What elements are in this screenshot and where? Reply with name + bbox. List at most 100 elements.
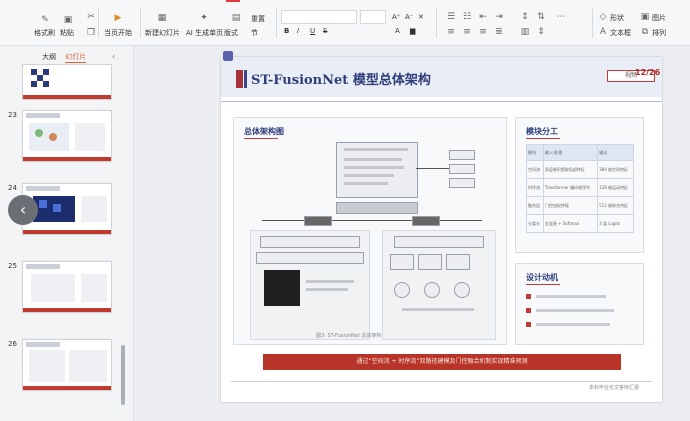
line-spacing-icon[interactable]: ↕ — [520, 12, 530, 22]
indent-increase-icon[interactable]: ⇥ — [494, 12, 504, 22]
format-painter-button[interactable]: 格式刷 — [34, 28, 55, 38]
table-cell: 全连接 + Softmax — [542, 214, 599, 233]
table-cell: 融合层 — [526, 196, 544, 215]
tab-outline[interactable]: 大纲 — [42, 53, 56, 61]
slide-thumbnail[interactable] — [22, 110, 112, 162]
table-cell: 空间流 — [526, 160, 544, 179]
list-bullets-icon[interactable]: ☰ — [446, 12, 456, 22]
connector-node — [304, 216, 332, 226]
text-direction-icon[interactable]: ⇅ — [536, 12, 546, 22]
time-node — [424, 282, 440, 298]
indent-decrease-icon[interactable]: ⇤ — [478, 12, 488, 22]
textbox-icon[interactable]: A — [598, 27, 608, 37]
footer-line — [231, 381, 652, 382]
align-text-icon[interactable]: ⇕ — [536, 27, 546, 37]
time-node — [454, 282, 470, 298]
slide-thumbnail[interactable] — [22, 339, 112, 391]
strikethrough-icon[interactable]: S — [323, 27, 327, 35]
underline-icon[interactable]: U — [310, 27, 315, 35]
highlight-icon[interactable]: ▆ — [410, 27, 415, 35]
reset-button[interactable]: 重置 — [251, 14, 265, 24]
paste-icon[interactable]: ▣ — [63, 15, 73, 25]
header-divider — [221, 101, 662, 102]
time-block — [418, 254, 442, 270]
motivation-panel: 设计动机 — [515, 263, 644, 345]
layout-icon[interactable]: ▤ — [231, 13, 241, 23]
font-color-icon[interactable]: A — [395, 27, 400, 35]
title-accent-bar — [244, 70, 247, 88]
table-header-cell: 输出 — [597, 144, 634, 161]
font-shrink-icon[interactable]: A⁻ — [405, 13, 413, 21]
table-cell: 128 维运动特征 — [597, 178, 634, 197]
format-painter-icon[interactable]: ✎ — [40, 15, 50, 25]
module-panel: 模块分工 模块 输入/处理 输出 空间流 多层卷积提取局部特征 384 维空间特… — [515, 117, 644, 253]
more-para-icon[interactable]: ⋯ — [556, 12, 566, 22]
table-cell: 时序流 — [526, 178, 544, 197]
panel-title: 设计动机 — [526, 273, 558, 282]
collapse-pane-icon[interactable]: ‹ — [112, 52, 115, 61]
pane-scrollbar[interactable] — [121, 345, 125, 405]
tab-slides[interactable]: 幻灯片 — [65, 53, 87, 63]
back-nav-button[interactable]: ‹ — [8, 195, 38, 225]
bold-icon[interactable]: B — [284, 27, 289, 35]
layout-button[interactable]: 版式 — [224, 28, 238, 38]
play-icon[interactable]: ▶ — [113, 13, 123, 23]
section-button[interactable]: 节 — [251, 28, 258, 38]
font-grow-icon[interactable]: A⁺ — [392, 13, 400, 21]
table-cell: 512 维联合特征 — [597, 196, 634, 215]
feature-strip — [256, 252, 364, 264]
copy-icon[interactable]: ❐ — [86, 28, 96, 38]
app-logo-icon — [223, 51, 233, 61]
picture-icon[interactable]: ▣ — [640, 12, 650, 22]
table-cell: 门控加权拼接 — [542, 196, 599, 215]
cut-icon[interactable]: ✂ — [86, 12, 96, 22]
output-node — [449, 150, 475, 160]
new-slide-icon[interactable]: ▦ — [157, 13, 167, 23]
slide-number: 25 — [8, 262, 17, 270]
stream-header — [394, 236, 484, 248]
picture-button[interactable]: 图片 — [652, 13, 666, 23]
architecture-panel: 总体架构图 图3: ST-FusionNet 总体架构 — [233, 117, 507, 345]
table-cell: 分类头 — [526, 214, 544, 233]
stream-header — [260, 236, 360, 248]
slide-title[interactable]: ST-FusionNet 模型总体架构 — [251, 69, 431, 88]
figure-caption: 图3: ST-FusionNet 总体架构 — [316, 333, 382, 339]
shape-icon[interactable]: ◇ — [598, 12, 608, 22]
align-center-icon[interactable]: ≡ — [462, 27, 472, 37]
paste-button[interactable]: 粘贴 — [60, 28, 74, 38]
ribbon-accent — [226, 0, 240, 2]
slide-thumbnail[interactable] — [22, 64, 112, 100]
list-numbers-icon[interactable]: ☷ — [462, 12, 472, 22]
time-block — [446, 254, 470, 270]
connector-node — [412, 216, 440, 226]
slide-canvas[interactable]: ST-FusionNet 模型总体架构 视频 12/26 总体架构图 图3: S… — [221, 51, 662, 402]
shape-button[interactable]: 形状 — [610, 13, 624, 23]
bullet-icon — [526, 308, 531, 313]
title-accent-bar — [236, 70, 243, 88]
textbox-button[interactable]: 文本框 — [610, 28, 631, 38]
ai-slide-button[interactable]: AI 生成单页 — [186, 28, 223, 38]
arrange-icon[interactable]: ⧉ — [640, 27, 650, 37]
slide-thumbnail[interactable] — [22, 261, 112, 313]
bullet-icon — [526, 294, 531, 299]
table-cell: 3 类 Logits — [597, 214, 634, 233]
ai-slide-icon[interactable]: ✦ — [199, 13, 209, 23]
arrange-button[interactable]: 排列 — [652, 28, 666, 38]
italic-icon[interactable]: I — [297, 27, 299, 35]
clear-format-icon[interactable]: ✕ — [418, 13, 424, 21]
table-header-cell: 模块 — [526, 144, 544, 161]
align-left-icon[interactable]: ≡ — [446, 27, 456, 37]
output-node — [449, 164, 475, 174]
table-cell: 多层卷积提取局部特征 — [542, 160, 599, 179]
align-right-icon[interactable]: ≡ — [478, 27, 488, 37]
summary-banner: 通过“空间流 + 时序流”双路径建模及门控融合机制实现精准预测 — [263, 354, 621, 370]
columns-icon[interactable]: ▥ — [520, 27, 530, 37]
justify-icon[interactable]: ≣ — [494, 27, 504, 37]
time-node — [394, 282, 410, 298]
module-table: 模块 输入/处理 输出 空间流 多层卷积提取局部特征 384 维空间特征 时序流… — [526, 144, 634, 233]
start-show-button[interactable]: 当页开始 — [104, 28, 132, 38]
new-slide-button[interactable]: 新建幻灯片 — [145, 28, 180, 38]
font-family-select[interactable] — [281, 10, 357, 24]
table-header-cell: 输入/处理 — [542, 144, 599, 161]
font-size-select[interactable] — [360, 10, 386, 24]
